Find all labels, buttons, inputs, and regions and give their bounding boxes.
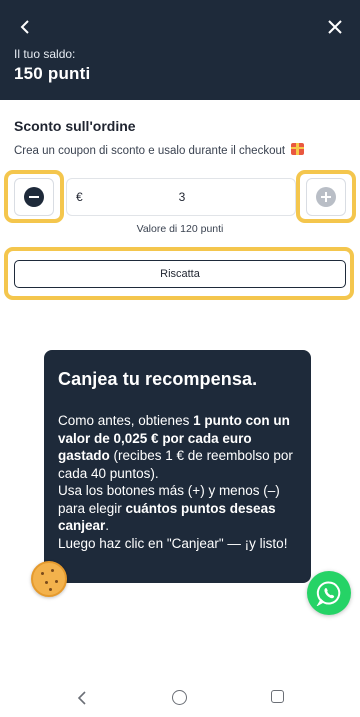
tooltip-line: Luego haz clic en "Canjear" — ¡y listo! bbox=[58, 535, 303, 553]
cookie-icon[interactable] bbox=[31, 561, 67, 597]
tooltip-line: Usa los botones más (+) y menos (–) para… bbox=[58, 482, 303, 535]
system-navbar bbox=[0, 680, 360, 717]
back-button[interactable] bbox=[12, 14, 38, 40]
nav-back-icon[interactable] bbox=[74, 689, 90, 707]
tooltip-body: Como antes, obtienes 1 punto con un valo… bbox=[58, 412, 303, 552]
whatsapp-icon bbox=[316, 581, 341, 606]
chevron-left-icon bbox=[20, 20, 29, 34]
minus-icon bbox=[24, 187, 44, 207]
tooltip-text: Como antes, obtienes bbox=[58, 413, 194, 428]
nav-home-icon[interactable] bbox=[172, 690, 187, 705]
gift-icon bbox=[291, 143, 305, 155]
section-description: Crea un coupon di sconto e usalo durante… bbox=[14, 143, 305, 157]
whatsapp-button[interactable] bbox=[307, 571, 351, 615]
header-bar: Il tuo saldo: 150 punti bbox=[0, 0, 360, 100]
close-button[interactable] bbox=[322, 14, 348, 40]
amount-field[interactable]: € 3 bbox=[66, 178, 296, 216]
balance-value: 150 punti bbox=[14, 64, 91, 83]
tooltip-popup: Canjea tu recompensa. Como antes, obtien… bbox=[44, 350, 311, 583]
tooltip-line: Como antes, obtienes 1 punto con un valo… bbox=[58, 412, 303, 482]
section-description-text: Crea un coupon di sconto e usalo durante… bbox=[14, 145, 286, 157]
balance-label: Il tuo saldo: bbox=[14, 47, 76, 61]
section-title: Sconto sull'ordine bbox=[14, 118, 136, 134]
plus-icon bbox=[316, 187, 336, 207]
tooltip-text: Luego haz clic en "Canjear" — ¡y listo! bbox=[58, 535, 288, 551]
redeem-button[interactable]: Riscatta bbox=[14, 260, 346, 288]
decrease-button[interactable] bbox=[14, 178, 54, 216]
nav-recent-apps-icon[interactable] bbox=[271, 690, 284, 703]
tooltip-text: . bbox=[105, 518, 110, 533]
increase-button[interactable] bbox=[306, 178, 346, 216]
tooltip-title: Canjea tu recompensa. bbox=[58, 369, 258, 389]
amount-value: 3 bbox=[178, 190, 186, 204]
points-value-text: Valore di 120 punti bbox=[136, 223, 224, 235]
close-icon bbox=[328, 20, 342, 34]
